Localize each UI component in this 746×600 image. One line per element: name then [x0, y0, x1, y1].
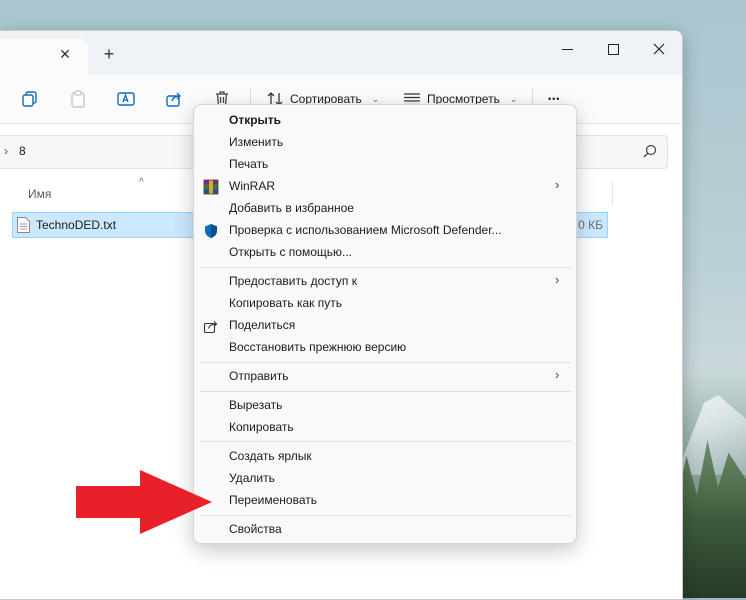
wallpaper-trees: [676, 440, 746, 598]
file-name: TechnoDED.txt: [36, 218, 117, 232]
menu-item-winrar[interactable]: WinRAR ›: [194, 176, 576, 198]
menu-item-label: Отправить: [229, 369, 289, 383]
menu-item-copy[interactable]: Копировать: [194, 417, 576, 439]
menu-item-label: Переименовать: [229, 493, 317, 507]
search-input[interactable]: [574, 135, 668, 169]
search-icon: [643, 144, 657, 158]
menu-item-share[interactable]: Поделиться: [194, 315, 576, 337]
red-pointer-arrow-icon: [76, 470, 212, 534]
menu-item-label: Создать ярлык: [229, 449, 312, 463]
menu-item-give-access[interactable]: Предоставить доступ к ›: [194, 271, 576, 293]
minimize-button[interactable]: [556, 37, 580, 61]
menu-separator: [200, 441, 571, 442]
winrar-icon: [203, 179, 219, 195]
menu-item-defender-scan[interactable]: Проверка с использованием Microsoft Defe…: [194, 220, 576, 242]
menu-item-label: Предоставить доступ к: [229, 274, 357, 288]
chevron-down-icon: ⌄: [371, 93, 380, 104]
menu-item-label: Восстановить прежнюю версию: [229, 340, 407, 354]
title-bar: ✕ +: [0, 31, 682, 75]
menu-item-restore-previous-version[interactable]: Восстановить прежнюю версию: [194, 337, 576, 359]
menu-separator: [200, 267, 571, 268]
menu-item-label: Свойства: [229, 522, 282, 536]
new-tab-button[interactable]: +: [100, 45, 118, 63]
close-window-button[interactable]: [647, 37, 671, 61]
explorer-tab[interactable]: ✕: [0, 39, 88, 75]
breadcrumb-folder[interactable]: 8: [19, 144, 26, 158]
paste-icon[interactable]: [68, 89, 88, 109]
menu-item-edit[interactable]: Изменить: [194, 132, 576, 154]
menu-item-label: Удалить: [229, 471, 275, 485]
menu-item-open-with[interactable]: Открыть с помощью...: [194, 242, 576, 264]
maximize-button[interactable]: [601, 37, 625, 61]
copy-icon[interactable]: [20, 89, 40, 109]
menu-item-print[interactable]: Печать: [194, 154, 576, 176]
breadcrumb-separator: ›: [4, 144, 8, 158]
menu-item-open[interactable]: Открыть: [194, 110, 576, 132]
menu-item-create-shortcut[interactable]: Создать ярлык: [194, 446, 576, 468]
menu-item-label: Добавить в избранное: [229, 201, 354, 215]
tab-close-icon[interactable]: ✕: [58, 47, 72, 61]
menu-item-label: Открыть: [229, 113, 282, 127]
text-file-icon: [17, 217, 30, 233]
menu-item-label: WinRAR: [229, 179, 276, 193]
menu-item-label: Поделиться: [229, 318, 296, 332]
menu-item-label: Копировать как путь: [229, 296, 342, 310]
menu-item-label: Копировать: [229, 420, 294, 434]
menu-item-cut[interactable]: Вырезать: [194, 395, 576, 417]
menu-item-rename[interactable]: Переименовать: [194, 490, 576, 512]
share-toolbar-icon[interactable]: [164, 89, 184, 109]
minimize-icon: [562, 49, 573, 50]
file-size: 0 КБ: [578, 218, 603, 232]
menu-separator: [200, 362, 571, 363]
chevron-down-icon: ⌄: [509, 93, 518, 104]
menu-item-delete[interactable]: Удалить: [194, 468, 576, 490]
context-menu: Открыть Изменить Печать WinRAR › Добавит…: [193, 104, 577, 544]
menu-separator: [200, 391, 571, 392]
close-icon: [653, 43, 665, 55]
rename-icon[interactable]: [116, 89, 136, 109]
column-divider[interactable]: [612, 182, 613, 206]
menu-item-properties[interactable]: Свойства: [194, 519, 576, 541]
menu-item-label: Проверка с использованием Microsoft Defe…: [229, 223, 502, 237]
share-icon: [203, 321, 218, 334]
column-header-name[interactable]: Имя: [28, 187, 51, 201]
sort-ascending-icon: ^: [139, 177, 144, 188]
menu-item-send-to[interactable]: Отправить ›: [194, 366, 576, 388]
submenu-chevron-icon: ›: [555, 272, 560, 287]
menu-item-label: Печать: [229, 157, 269, 171]
submenu-chevron-icon: ›: [555, 177, 560, 192]
menu-item-copy-as-path[interactable]: Копировать как путь: [194, 293, 576, 315]
menu-separator: [200, 515, 571, 516]
menu-item-label: Открыть с помощью...: [229, 245, 353, 259]
submenu-chevron-icon: ›: [555, 367, 560, 382]
menu-item-add-to-favorites[interactable]: Добавить в избранное: [194, 198, 576, 220]
menu-item-label: Изменить: [229, 135, 284, 149]
defender-shield-icon: [205, 224, 217, 238]
menu-item-label: Вырезать: [229, 398, 283, 412]
maximize-icon: [608, 44, 619, 55]
